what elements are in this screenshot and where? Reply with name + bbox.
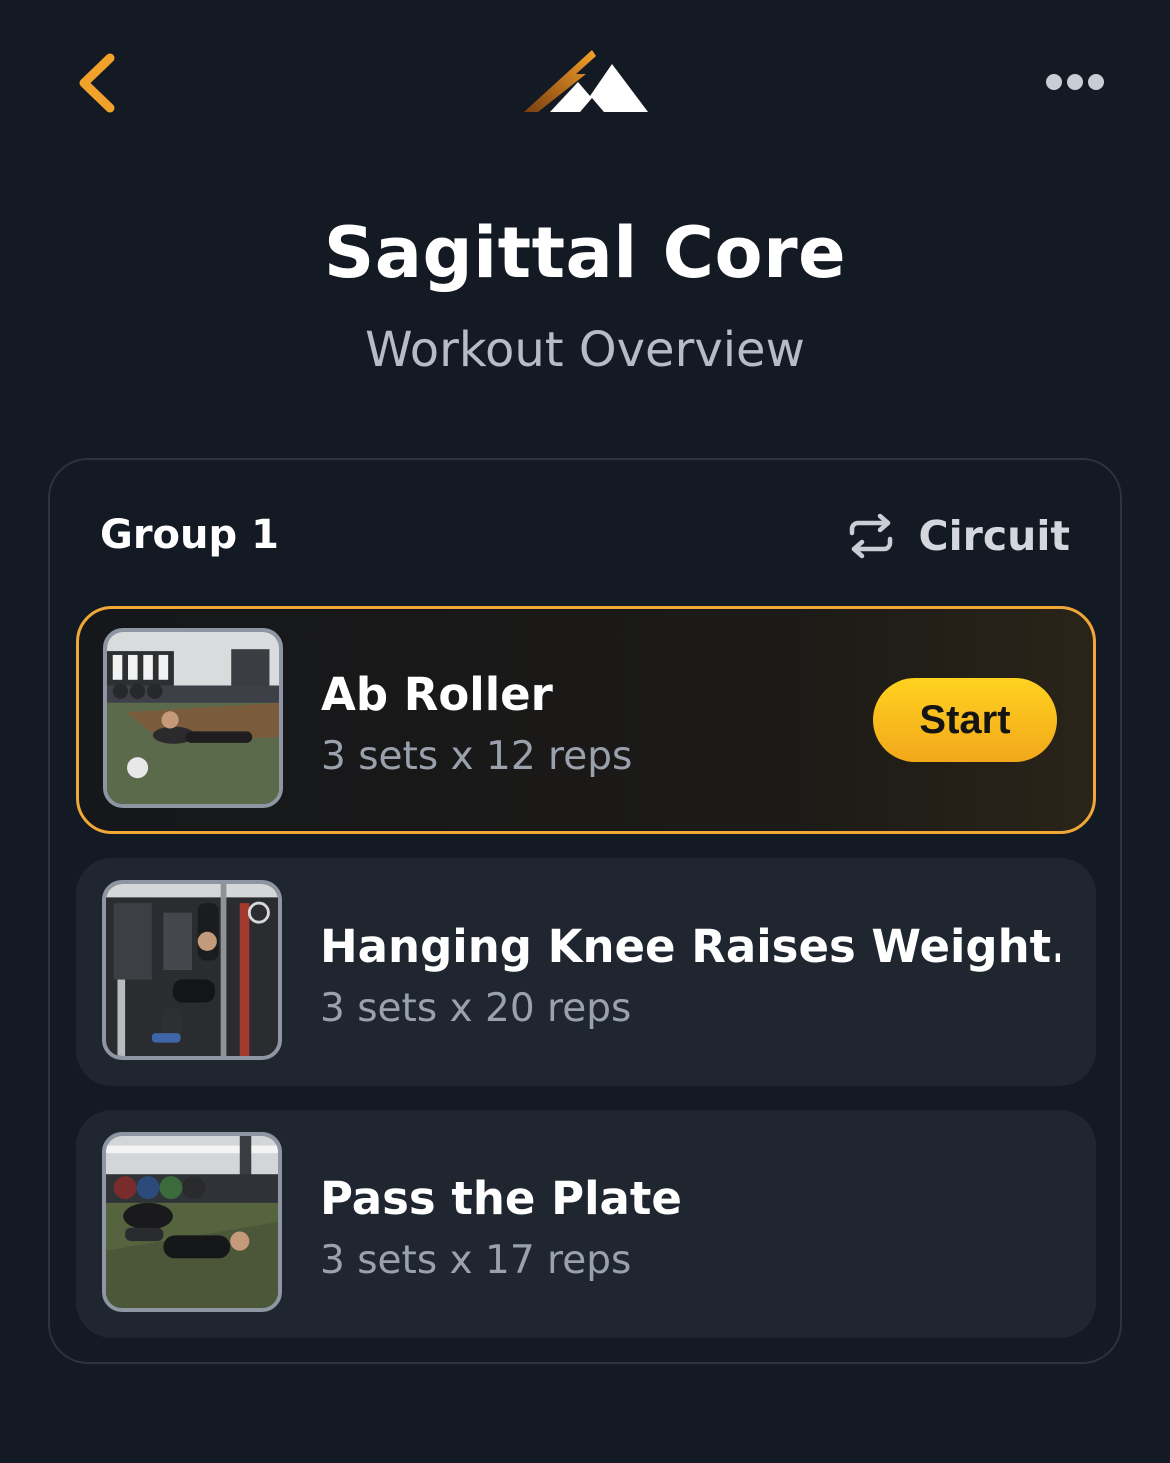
exercise-name: Hanging Knee Raises Weight... — [320, 920, 1060, 973]
back-button[interactable] — [70, 48, 130, 118]
workout-title: Sagittal Core — [323, 212, 847, 294]
page-subtitle: Workout Overview — [365, 322, 805, 378]
workout-overview-screen: Sagittal Core Workout Overview Group 1 C… — [0, 0, 1170, 1463]
exercise-sets-reps: 3 sets x 12 reps — [321, 734, 633, 779]
exercise-name: Ab Roller — [321, 668, 553, 721]
top-bar — [0, 0, 1170, 160]
exercise-thumbnail — [102, 1132, 282, 1312]
exercise-group-card: Group 1 Circuit Ab Roller 3 sets x 12 re… — [48, 458, 1122, 1364]
more-options-button[interactable] — [1040, 60, 1110, 104]
circuit-mode-toggle[interactable]: Circuit — [846, 508, 1070, 564]
circuit-label: Circuit — [918, 512, 1070, 560]
repeat-arrows-icon — [850, 513, 893, 559]
chevron-left-icon — [79, 53, 115, 113]
exercise-thumbnail — [103, 628, 283, 808]
more-horizontal-icon — [1046, 74, 1104, 90]
exercise-sets-reps: 3 sets x 20 reps — [320, 986, 632, 1031]
mountain-logo — [520, 44, 652, 116]
exercise-thumbnail — [102, 880, 282, 1060]
exercise-row-pass-the-plate[interactable]: Pass the Plate 3 sets x 17 reps — [76, 1110, 1096, 1338]
exercise-row-ab-roller[interactable]: Ab Roller 3 sets x 12 reps Start — [76, 606, 1096, 834]
start-button[interactable]: Start — [873, 678, 1057, 762]
group-title: Group 1 — [100, 512, 279, 558]
exercise-row-hanging-knee-raises[interactable]: Hanging Knee Raises Weight... 3 sets x 2… — [76, 858, 1096, 1086]
exercise-sets-reps: 3 sets x 17 reps — [320, 1238, 632, 1283]
exercise-name: Pass the Plate — [320, 1172, 682, 1225]
